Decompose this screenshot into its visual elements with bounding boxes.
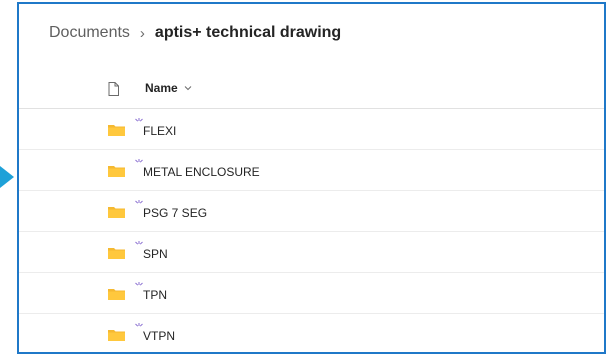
list-item-label[interactable]: PSG 7 SEG <box>143 206 207 220</box>
breadcrumb-root[interactable]: Documents <box>49 24 130 42</box>
list-item[interactable]: TPN <box>19 273 604 314</box>
list-item-label[interactable]: TPN <box>143 288 167 302</box>
name-column-header[interactable]: Name <box>145 81 192 95</box>
list-item[interactable]: VTPN <box>19 314 604 352</box>
chevron-down-icon <box>184 86 192 91</box>
list-item-label[interactable]: VTPN <box>143 329 175 343</box>
folder-icon <box>108 125 125 136</box>
document-icon[interactable] <box>108 82 119 96</box>
new-item-sparkle-icon <box>135 159 143 163</box>
new-item-sparkle-icon <box>135 200 143 204</box>
new-item-sparkle-icon <box>135 282 143 286</box>
folder-icon <box>108 207 125 218</box>
list-item[interactable]: FLEXI <box>19 109 604 150</box>
folder-icon <box>108 289 125 300</box>
list-item-label[interactable]: SPN <box>143 247 168 261</box>
folder-icon <box>108 248 125 259</box>
list-item[interactable]: SPN <box>19 232 604 273</box>
pointer-arrow-icon <box>0 166 14 188</box>
breadcrumb-separator-icon: › <box>139 24 145 42</box>
folder-icon <box>108 166 125 177</box>
breadcrumb: Documents › aptis+ technical drawing <box>49 24 341 42</box>
document-library-panel: Documents › aptis+ technical drawing Nam… <box>17 2 606 354</box>
list-item-label[interactable]: METAL ENCLOSURE <box>143 165 260 179</box>
column-header-row: Name <box>19 70 604 109</box>
list-item-label[interactable]: FLEXI <box>143 124 176 138</box>
breadcrumb-current: aptis+ technical drawing <box>154 24 342 41</box>
name-column-label: Name <box>145 81 178 95</box>
new-item-sparkle-icon <box>135 241 143 245</box>
new-item-sparkle-icon <box>135 118 143 122</box>
list-item[interactable]: METAL ENCLOSURE <box>19 150 604 191</box>
folder-icon <box>108 330 125 341</box>
new-item-sparkle-icon <box>135 323 143 327</box>
list-item[interactable]: PSG 7 SEG <box>19 191 604 232</box>
